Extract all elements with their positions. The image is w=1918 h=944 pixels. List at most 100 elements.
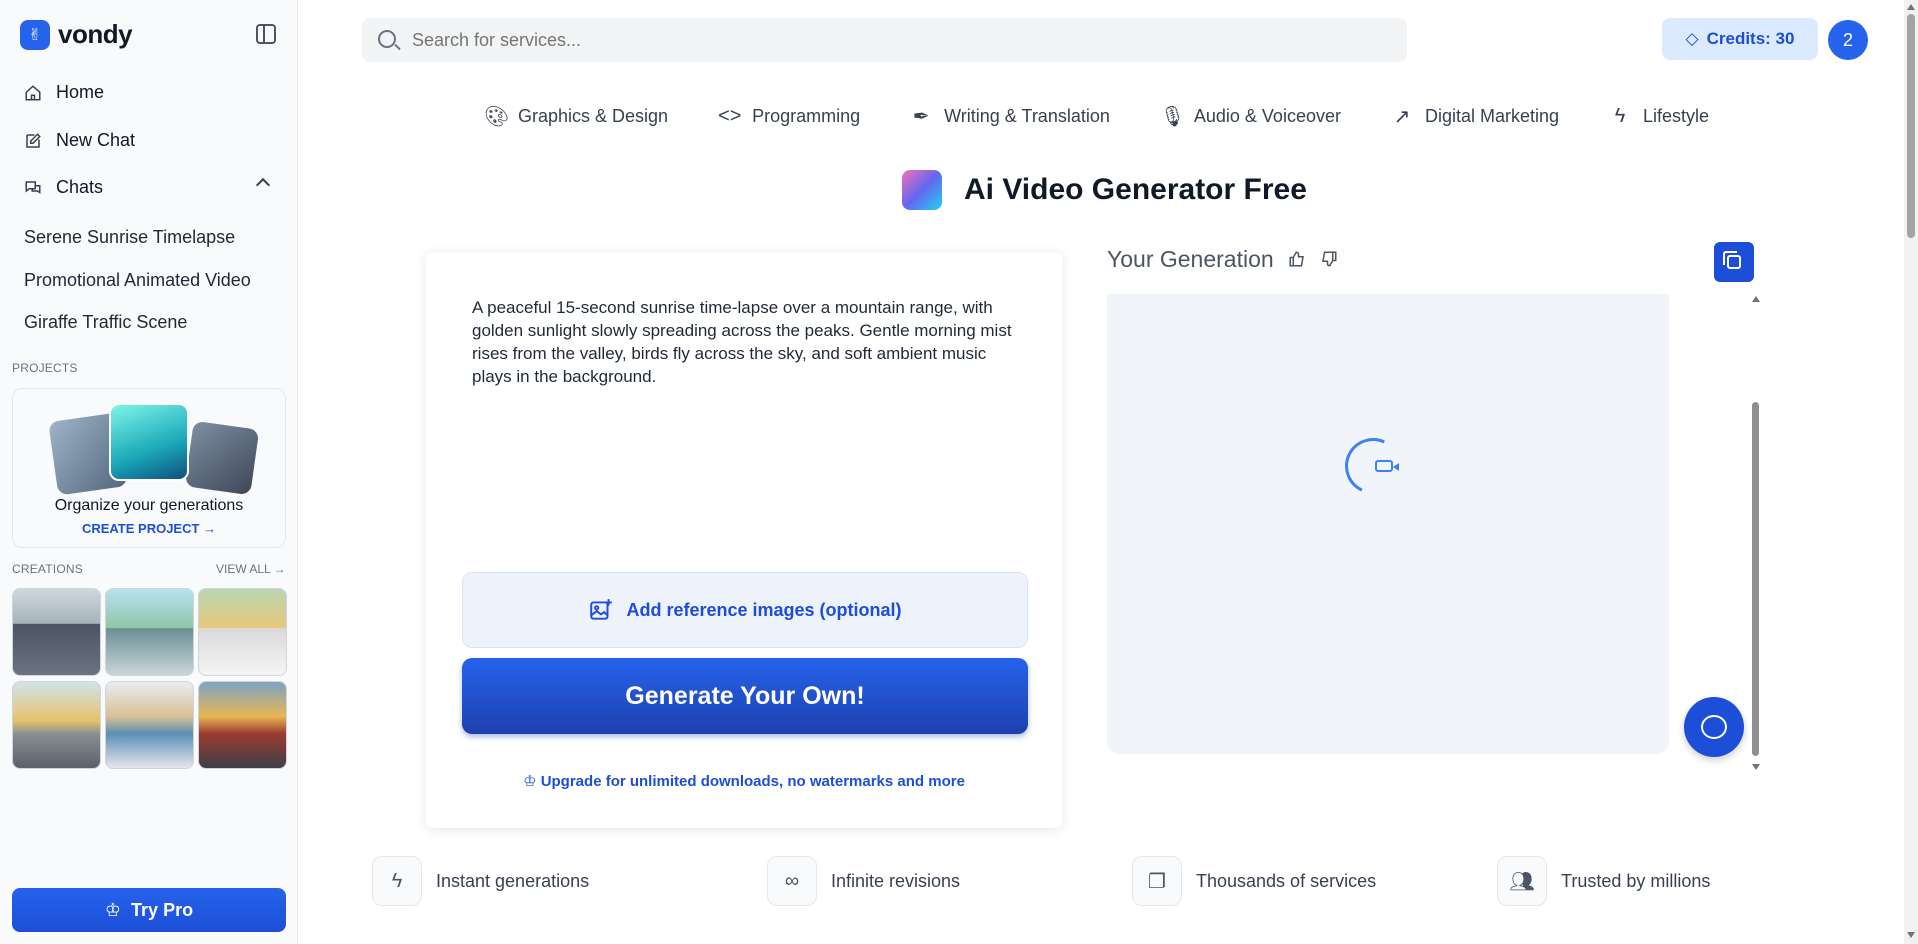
page-scrollbar[interactable] <box>1904 0 1918 944</box>
creation-thumbnail[interactable] <box>198 681 287 769</box>
lightning-icon: ϟ <box>1614 105 1626 127</box>
creation-thumbnail[interactable] <box>105 588 194 676</box>
thumbs-up-icon[interactable] <box>1288 250 1306 268</box>
creation-thumbnail[interactable] <box>12 681 101 769</box>
arrow-right-icon: → <box>273 562 286 576</box>
chat-item[interactable]: Promotional Animated Video <box>24 270 251 291</box>
feature-item: ϟ Instant generations <box>372 856 589 906</box>
category-graphics-design[interactable]: 🎨︎ Graphics & Design <box>484 104 668 129</box>
creations-label: CREATIONS <box>12 562 83 576</box>
project-preview-image <box>109 403 189 481</box>
vondy-logo-icon: ✌ <box>20 19 50 50</box>
copy-icon <box>1723 251 1741 269</box>
feature-item: ∞ Infinite revisions <box>767 856 960 906</box>
chevron-up-icon[interactable] <box>255 177 271 193</box>
scroll-down-arrow-icon[interactable] <box>1907 932 1915 938</box>
category-nav: 🎨︎ Graphics & Design <> Programming ✒ Wr… <box>484 104 1709 129</box>
feature-label: Infinite revisions <box>831 870 961 891</box>
scroll-up-arrow-icon[interactable] <box>1907 4 1915 10</box>
pen-icon: ✒ <box>912 106 930 128</box>
video-preview <box>1107 294 1669 754</box>
chat-item[interactable]: Giraffe Traffic Scene <box>24 312 187 333</box>
search-bar[interactable] <box>362 18 1407 62</box>
credits-button[interactable]: ◇ Credits: 30 <box>1662 18 1818 60</box>
microphone-icon: 🎙︎ <box>1159 106 1186 128</box>
image-add-icon <box>590 599 613 620</box>
page-header: Ai Video Generator Free <box>902 170 1307 210</box>
generation-title: Your Generation <box>1107 246 1274 272</box>
category-label: Writing & Translation <box>944 106 1110 126</box>
infinity-icon: ∞ <box>767 856 817 906</box>
sidebar: ✌ vondy Home New Chat Chats Serene Sunri… <box>0 0 298 944</box>
nav-home-label: Home <box>56 82 105 102</box>
feature-item: ❐ Thousands of services <box>1132 856 1376 906</box>
projects-label: PROJECTS <box>12 361 78 375</box>
nav-home[interactable]: Home <box>24 82 104 103</box>
try-pro-button[interactable]: ♔ Try Pro <box>12 888 286 932</box>
scroll-up-arrow-icon[interactable] <box>1752 296 1760 302</box>
credits-label: Credits: 30 <box>1706 29 1795 48</box>
category-lifestyle[interactable]: ϟ Lifestyle <box>1609 104 1709 129</box>
view-all-link[interactable]: VIEW ALL → <box>216 562 286 576</box>
create-project-link[interactable]: CREATE PROJECT → <box>13 521 285 536</box>
try-pro-label: Try Pro <box>131 899 194 920</box>
edit-icon <box>26 132 41 148</box>
brand-name: vondy <box>58 19 133 49</box>
crown-icon: ♔ <box>523 773 541 790</box>
creation-thumbnail[interactable] <box>12 588 101 676</box>
nav-chats[interactable]: Chats <box>24 177 103 198</box>
arrow-right-icon: → <box>203 521 217 536</box>
logo[interactable]: ✌ vondy <box>20 19 133 50</box>
generation-scrollbar[interactable] <box>1750 296 1762 776</box>
generate-button[interactable]: Generate Your Own! <box>462 658 1028 734</box>
category-writing-translation[interactable]: ✒ Writing & Translation <box>910 104 1110 129</box>
project-card-title: Organize your generations <box>54 497 244 514</box>
palette-icon: 🎨︎ <box>484 106 510 128</box>
project-card[interactable]: Organize your generations CREATE PROJECT… <box>12 388 286 548</box>
nav-new-chat[interactable]: New Chat <box>24 130 135 151</box>
chat-icon <box>25 180 41 194</box>
prompt-panel: A peaceful 15-second sunrise time-lapse … <box>426 252 1062 828</box>
app-root: ✌ vondy Home New Chat Chats Serene Sunri… <box>0 0 1918 944</box>
feature-label: Trusted by millions <box>1561 870 1711 891</box>
category-programming[interactable]: <> Programming <box>718 104 860 129</box>
category-label: Digital Marketing <box>1424 106 1560 126</box>
search-input[interactable] <box>412 29 1407 51</box>
feature-label: Thousands of services <box>1196 870 1377 891</box>
page-title: Ai Video Generator Free <box>964 173 1307 206</box>
video-camera-icon <box>1375 460 1399 472</box>
category-label: Audio & Voiceover <box>1193 106 1341 126</box>
chat-support-button[interactable] <box>1684 697 1744 757</box>
category-label: Lifestyle <box>1643 106 1710 126</box>
diamond-icon: ◇ <box>1685 29 1699 48</box>
code-icon: <> <box>718 105 742 127</box>
users-icon: 👥︎ <box>1497 856 1547 906</box>
create-project-label: CREATE PROJECT <box>81 521 200 536</box>
home-icon <box>25 84 41 100</box>
avatar[interactable]: 2 <box>1828 20 1868 60</box>
upgrade-label: Upgrade for unlimited downloads, no wate… <box>540 773 965 790</box>
thumbs-down-icon[interactable] <box>1320 250 1338 268</box>
scrollbar-thumb[interactable] <box>1752 402 1759 756</box>
add-reference-images-label: Add reference images (optional) <box>626 599 902 620</box>
nav-chats-label: Chats <box>56 177 104 197</box>
feature-item: 👥︎ Trusted by millions <box>1497 856 1710 906</box>
nav-new-chat-label: New Chat <box>56 130 136 150</box>
creation-thumbnail[interactable] <box>198 588 287 676</box>
prompt-textarea[interactable]: A peaceful 15-second sunrise time-lapse … <box>472 296 1012 388</box>
sidebar-toggle-icon[interactable] <box>256 24 276 44</box>
category-digital-marketing[interactable]: ↗ Digital Marketing <box>1391 104 1559 129</box>
scroll-down-arrow-icon[interactable] <box>1752 764 1760 770</box>
chat-item[interactable]: Serene Sunrise Timelapse <box>24 227 235 248</box>
category-audio-voiceover[interactable]: 🎙︎ Audio & Voiceover <box>1160 104 1341 129</box>
view-all-label: VIEW ALL <box>216 562 271 576</box>
upgrade-link[interactable]: ♔ Upgrade for unlimited downloads, no wa… <box>426 772 1062 790</box>
creation-thumbnail[interactable] <box>105 681 194 769</box>
scrollbar-thumb[interactable] <box>1907 14 1915 238</box>
folders-icon: ❐ <box>1132 856 1182 906</box>
crown-icon: ♔ <box>104 899 122 920</box>
copy-button[interactable] <box>1714 242 1754 282</box>
project-preview-image <box>184 420 260 496</box>
category-label: Programming <box>752 106 861 126</box>
add-reference-images-button[interactable]: Add reference images (optional) <box>462 572 1028 648</box>
